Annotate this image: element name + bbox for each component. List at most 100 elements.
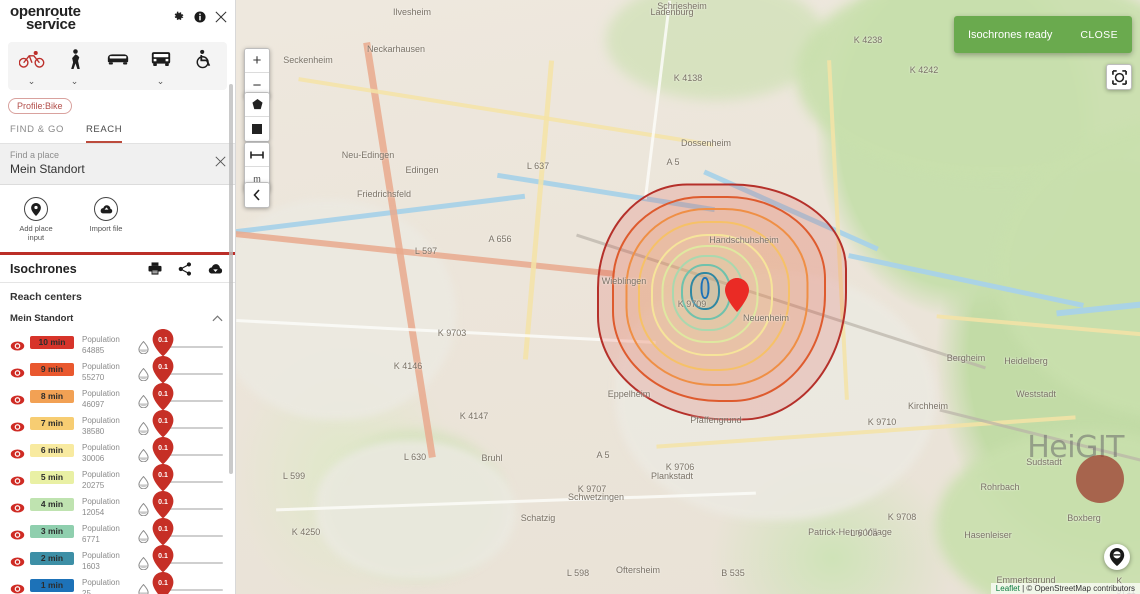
isochrone-row[interactable]: 7 min Population 38580 0.1 — [0, 410, 235, 441]
toggle-visibility-icon[interactable] — [10, 576, 28, 594]
share-icon[interactable] — [178, 261, 192, 276]
toggle-visibility-icon[interactable] — [10, 360, 28, 383]
clear-search-icon[interactable] — [215, 156, 226, 169]
isochrone-interval-chip[interactable]: 3 min — [30, 525, 74, 538]
toast-close-button[interactable]: CLOSE — [1080, 29, 1118, 41]
rectangle-icon — [252, 124, 262, 134]
isochrone-row[interactable]: 1 min Population 25 0.1 — [0, 572, 235, 594]
bike-icon — [18, 47, 45, 71]
osm-attribution[interactable]: © OpenStreetMap contributors — [1026, 584, 1135, 593]
profile-wheelchair[interactable] — [191, 47, 217, 89]
isochrone-interval-chip[interactable]: 9 min — [30, 363, 74, 376]
reach-centers-title: Reach centers — [10, 291, 82, 303]
slider-handle-marker[interactable]: 0.1 — [152, 491, 174, 519]
close-icon[interactable] — [215, 10, 227, 23]
fit-bounds-button[interactable] — [1106, 64, 1132, 90]
slider-handle-marker[interactable]: 0.1 — [152, 545, 174, 573]
locate-me-button[interactable] — [1104, 544, 1130, 570]
slider-handle-marker[interactable]: 0.1 — [152, 410, 174, 438]
isochrone-interval-chip[interactable]: 6 min — [30, 444, 74, 457]
tab-reach[interactable]: REACH — [85, 124, 123, 143]
chevron-down-icon[interactable]: ⌄ — [71, 76, 79, 86]
info-icon[interactable] — [194, 10, 206, 23]
isochrone-interval-chip[interactable]: 7 min — [30, 417, 74, 430]
toggle-visibility-icon[interactable] — [10, 468, 28, 491]
isochrone-row[interactable]: 9 min Population 55270 0.1 — [0, 356, 235, 387]
isochrone-row[interactable]: 10 min Population 64885 0.1 — [0, 329, 235, 360]
slider-handle-marker[interactable]: 0.1 — [152, 437, 174, 465]
profile-pedestrian[interactable]: ⌄ — [62, 47, 88, 89]
import-file-button[interactable]: Import file — [80, 197, 132, 242]
toggle-visibility-icon[interactable] — [10, 522, 28, 545]
polygon-icon — [251, 99, 263, 110]
tab-find-and-go[interactable]: FIND & GO — [10, 124, 64, 143]
place-actions: Add place input Import file — [0, 185, 235, 252]
isochrone-row[interactable]: 2 min Population 1603 0.1 — [0, 545, 235, 576]
isochrone-row[interactable]: 6 min Population 30006 0.1 — [0, 437, 235, 468]
profile-chip[interactable]: Profile:Bike — [8, 98, 72, 114]
profile-bus[interactable]: ⌄ — [148, 47, 174, 89]
slider-handle-marker[interactable]: 0.1 — [152, 518, 174, 546]
layers-icon — [1111, 69, 1127, 85]
map-draw-control[interactable] — [244, 92, 270, 142]
toggle-visibility-icon[interactable] — [10, 549, 28, 572]
collapse-sidebar-button[interactable] — [245, 183, 269, 207]
sidebar-scrollbar[interactable] — [229, 84, 233, 474]
chevron-down-icon[interactable]: ⌄ — [157, 76, 165, 86]
download-icon[interactable] — [208, 263, 223, 275]
toggle-visibility-icon[interactable] — [10, 387, 28, 410]
pedestrian-icon — [62, 47, 88, 71]
slider-handle-marker[interactable]: 0.1 — [152, 383, 174, 411]
isochrone-interval-chip[interactable]: 5 min — [30, 471, 74, 484]
map-container[interactable]: Ladenburg Ilvesheim Schriesheim Seckenheim N… — [236, 0, 1140, 594]
sidebar-header: openroute service — [0, 0, 235, 36]
print-icon[interactable] — [148, 262, 162, 275]
isochrone-interval-chip[interactable]: 1 min — [30, 579, 74, 592]
isochrone-slider[interactable]: 0.1 — [138, 572, 235, 594]
measure-button[interactable] — [245, 143, 269, 167]
isochrone-interval-chip[interactable]: 8 min — [30, 390, 74, 403]
isochrone-row[interactable]: 5 min Population 20275 0.1 — [0, 464, 235, 495]
car-icon — [105, 47, 131, 71]
toggle-visibility-icon[interactable] — [10, 333, 28, 356]
draw-rectangle-button[interactable] — [245, 117, 269, 141]
chevron-down-icon[interactable]: ⌄ — [28, 76, 36, 86]
add-place-input-button[interactable]: Add place input — [10, 197, 62, 242]
map-collapse-control[interactable] — [244, 182, 270, 208]
reach-center-row[interactable]: Mein Standort — [0, 309, 235, 333]
profile-bike[interactable]: ⌄ — [18, 47, 45, 89]
map-pin-icon — [24, 197, 48, 221]
toggle-visibility-icon[interactable] — [10, 414, 28, 437]
search-input[interactable]: Mein Standort — [10, 162, 225, 176]
slider-handle-marker[interactable]: 0.1 — [152, 572, 174, 594]
toast-notification[interactable]: Isochrones ready CLOSE — [954, 16, 1132, 53]
svg-text:0.1: 0.1 — [158, 526, 168, 533]
locate-icon — [1109, 548, 1125, 566]
isochrone-row[interactable]: 8 min Population 46097 0.1 — [0, 383, 235, 414]
slider-handle-marker[interactable]: 0.1 — [152, 329, 174, 357]
isochrone-interval-chip[interactable]: 4 min — [30, 498, 74, 511]
slider-handle-marker[interactable]: 0.1 — [152, 464, 174, 492]
map-zoom-control[interactable]: + − — [244, 48, 270, 98]
isochrone-row[interactable]: 4 min Population 12054 0.1 — [0, 491, 235, 522]
map-canvas[interactable]: Ladenburg Ilvesheim Schriesheim Seckenheim N… — [236, 0, 1140, 594]
app-logo[interactable]: openroute service — [10, 4, 81, 32]
water-drop-icon — [138, 583, 149, 594]
slider-handle-marker[interactable]: 0.1 — [152, 356, 174, 384]
gear-icon[interactable] — [172, 10, 185, 23]
zoom-in-button[interactable]: + — [245, 49, 269, 73]
leaflet-link[interactable]: Leaflet — [996, 584, 1020, 593]
isochrone-interval-chip[interactable]: 10 min — [30, 336, 74, 349]
water-drop-icon — [138, 394, 149, 413]
isochrone-interval-chip[interactable]: 2 min — [30, 552, 74, 565]
map-location-marker[interactable] — [725, 278, 749, 312]
isochrone-row[interactable]: 3 min Population 6771 0.1 — [0, 518, 235, 549]
svg-text:0.1: 0.1 — [158, 418, 168, 425]
toggle-visibility-icon[interactable] — [10, 495, 28, 518]
chevron-up-icon[interactable] — [212, 309, 223, 327]
draw-polygon-button[interactable] — [245, 93, 269, 117]
toggle-visibility-icon[interactable] — [10, 441, 28, 464]
search-place-box[interactable]: Find a place Mein Standort — [0, 144, 235, 185]
profile-car[interactable] — [105, 47, 131, 89]
attribution-separator: | — [1022, 584, 1025, 593]
